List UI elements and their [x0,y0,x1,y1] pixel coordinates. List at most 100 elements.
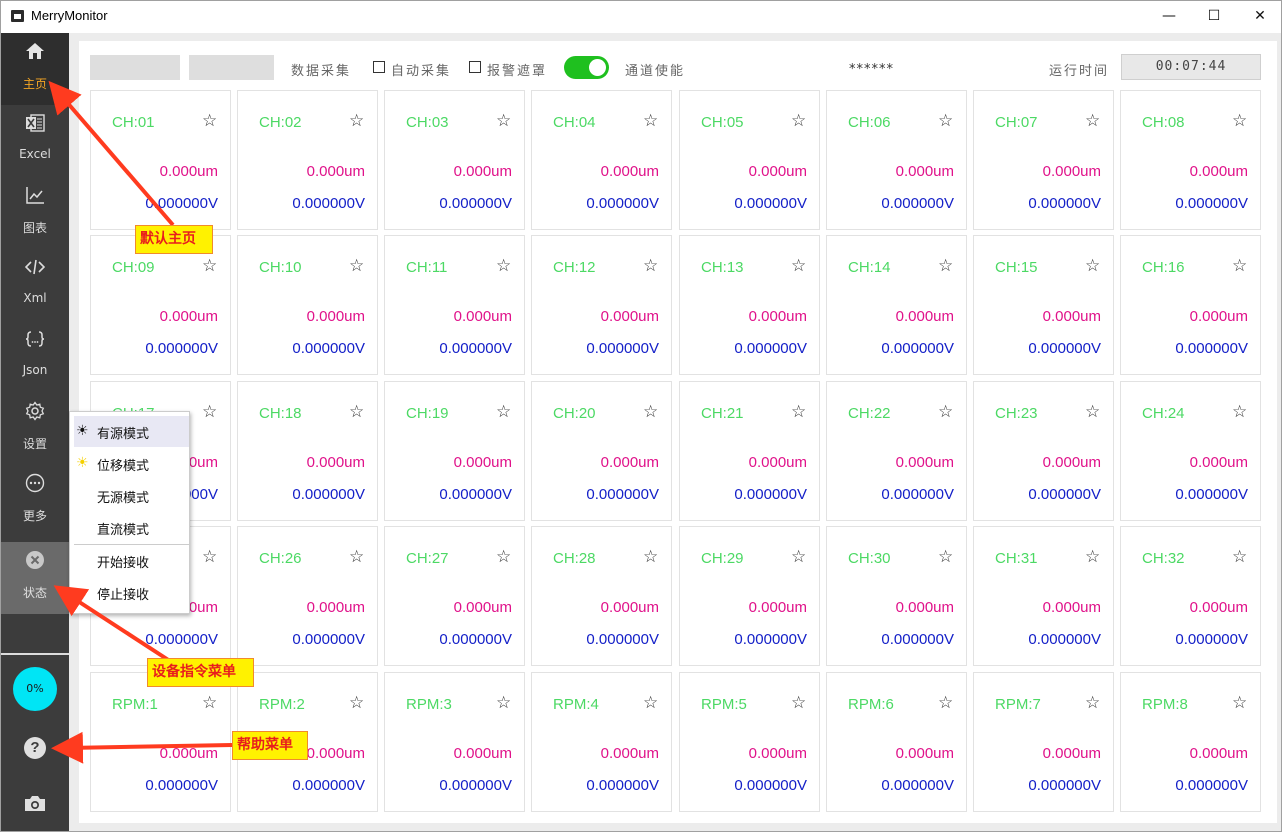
star-icon[interactable]: ☆ [349,547,364,567]
star-icon[interactable]: ☆ [938,547,953,567]
menu-item-dc-mode[interactable]: 直流模式 [74,512,189,543]
star-icon[interactable]: ☆ [202,693,217,713]
channel-card[interactable]: CH:19 ☆ 0.000um 0.000000V [384,381,525,521]
channel-card[interactable]: CH:20 ☆ 0.000um 0.000000V [531,381,672,521]
channel-card[interactable]: CH:26 ☆ 0.000um 0.000000V [237,526,378,666]
star-icon[interactable]: ☆ [202,547,217,567]
channel-card[interactable]: CH:16 ☆ 0.000um 0.000000V [1120,235,1261,375]
star-icon[interactable]: ☆ [1085,547,1100,567]
channel-card[interactable]: CH:29 ☆ 0.000um 0.000000V [679,526,820,666]
toolbar-blank-field-1[interactable] [90,55,180,80]
channel-card[interactable]: RPM:3 ☆ 0.000um 0.000000V [384,672,525,812]
star-icon[interactable]: ☆ [1085,693,1100,713]
star-icon[interactable]: ☆ [1232,402,1247,422]
channel-card[interactable]: CH:32 ☆ 0.000um 0.000000V [1120,526,1261,666]
sidebar-item-settings[interactable]: 设置 [1,393,69,465]
menu-item-start-receive[interactable]: 开始接收 [74,545,189,576]
star-icon[interactable]: ☆ [643,402,658,422]
menu-item-displacement-mode[interactable]: ☀ 位移模式 [74,448,189,479]
channel-card[interactable]: RPM:1 ☆ 0.000um 0.000000V [90,672,231,812]
star-icon[interactable]: ☆ [791,693,806,713]
star-icon[interactable]: ☆ [496,402,511,422]
star-icon[interactable]: ☆ [1232,256,1247,276]
channel-card[interactable]: CH:08 ☆ 0.000um 0.000000V [1120,90,1261,230]
star-icon[interactable]: ☆ [202,111,217,131]
menu-item-active-mode[interactable]: ☀ 有源模式 [74,416,189,447]
camera-icon[interactable] [24,795,46,812]
channel-card[interactable]: RPM:7 ☆ 0.000um 0.000000V [973,672,1114,812]
star-icon[interactable]: ☆ [1085,111,1100,131]
channel-card[interactable]: CH:04 ☆ 0.000um 0.000000V [531,90,672,230]
star-icon[interactable]: ☆ [791,111,806,131]
star-icon[interactable]: ☆ [349,111,364,131]
sidebar-item-excel[interactable]: Excel [1,105,69,177]
star-icon[interactable]: ☆ [1085,256,1100,276]
star-icon[interactable]: ☆ [938,693,953,713]
channel-card[interactable]: CH:12 ☆ 0.000um 0.000000V [531,235,672,375]
channel-card[interactable]: CH:28 ☆ 0.000um 0.000000V [531,526,672,666]
star-icon[interactable]: ☆ [643,256,658,276]
channel-card[interactable]: CH:21 ☆ 0.000um 0.000000V [679,381,820,521]
channel-card[interactable]: CH:31 ☆ 0.000um 0.000000V [973,526,1114,666]
star-icon[interactable]: ☆ [1232,693,1247,713]
channel-enable-toggle[interactable] [564,56,609,79]
auto-collect-checkbox[interactable] [373,61,385,73]
close-button[interactable]: ✕ [1237,1,1281,33]
sidebar-item-home[interactable]: 主页 [1,33,69,105]
channel-card[interactable]: CH:07 ☆ 0.000um 0.000000V [973,90,1114,230]
menu-item-passive-mode[interactable]: 无源模式 [74,480,189,511]
channel-card[interactable]: CH:24 ☆ 0.000um 0.000000V [1120,381,1261,521]
star-icon[interactable]: ☆ [1232,547,1247,567]
star-icon[interactable]: ☆ [349,256,364,276]
channel-card[interactable]: CH:10 ☆ 0.000um 0.000000V [237,235,378,375]
maximize-button[interactable]: ☐ [1191,1,1237,33]
star-icon[interactable]: ☆ [643,547,658,567]
channel-card[interactable]: RPM:6 ☆ 0.000um 0.000000V [826,672,967,812]
channel-card[interactable]: CH:23 ☆ 0.000um 0.000000V [973,381,1114,521]
star-icon[interactable]: ☆ [1085,402,1100,422]
channel-card[interactable]: CH:18 ☆ 0.000um 0.000000V [237,381,378,521]
star-icon[interactable]: ☆ [202,402,217,422]
channel-card[interactable]: CH:11 ☆ 0.000um 0.000000V [384,235,525,375]
title-bar[interactable]: MerryMonitor — ☐ ✕ [1,1,1281,33]
channel-card[interactable]: CH:06 ☆ 0.000um 0.000000V [826,90,967,230]
star-icon[interactable]: ☆ [349,693,364,713]
star-icon[interactable]: ☆ [791,256,806,276]
channel-card[interactable]: CH:27 ☆ 0.000um 0.000000V [384,526,525,666]
channel-card[interactable]: CH:14 ☆ 0.000um 0.000000V [826,235,967,375]
alarm-mask-checkbox[interactable] [469,61,481,73]
sidebar-item-xml[interactable]: Xml [1,249,69,321]
star-icon[interactable]: ☆ [496,111,511,131]
star-icon[interactable]: ☆ [643,111,658,131]
star-icon[interactable]: ☆ [202,256,217,276]
channel-card[interactable]: CH:02 ☆ 0.000um 0.000000V [237,90,378,230]
channel-card[interactable]: CH:09 ☆ 0.000um 0.000000V [90,235,231,375]
star-icon[interactable]: ☆ [791,402,806,422]
star-icon[interactable]: ☆ [938,402,953,422]
channel-card[interactable]: CH:01 ☆ 0.000um 0.000000V [90,90,231,230]
channel-card[interactable]: RPM:5 ☆ 0.000um 0.000000V [679,672,820,812]
star-icon[interactable]: ☆ [791,547,806,567]
sidebar-item-chart[interactable]: 图表 [1,177,69,249]
toolbar-blank-field-2[interactable] [189,55,274,80]
sidebar-item-status[interactable]: 状态 [1,542,69,614]
channel-card[interactable]: RPM:4 ☆ 0.000um 0.000000V [531,672,672,812]
star-icon[interactable]: ☆ [938,256,953,276]
star-icon[interactable]: ☆ [496,256,511,276]
channel-card[interactable]: CH:13 ☆ 0.000um 0.000000V [679,235,820,375]
menu-item-stop-receive[interactable]: 停止接收 [74,577,189,608]
star-icon[interactable]: ☆ [1232,111,1247,131]
star-icon[interactable]: ☆ [349,402,364,422]
star-icon[interactable]: ☆ [496,693,511,713]
star-icon[interactable]: ☆ [496,547,511,567]
star-icon[interactable]: ☆ [938,111,953,131]
channel-card[interactable]: CH:03 ☆ 0.000um 0.000000V [384,90,525,230]
channel-card[interactable]: CH:30 ☆ 0.000um 0.000000V [826,526,967,666]
sidebar-item-json[interactable]: Json [1,321,69,393]
channel-card[interactable]: RPM:8 ☆ 0.000um 0.000000V [1120,672,1261,812]
help-icon[interactable]: ? [24,737,46,759]
channel-card[interactable]: CH:22 ☆ 0.000um 0.000000V [826,381,967,521]
channel-card[interactable]: CH:05 ☆ 0.000um 0.000000V [679,90,820,230]
star-icon[interactable]: ☆ [643,693,658,713]
minimize-button[interactable]: — [1146,1,1192,33]
